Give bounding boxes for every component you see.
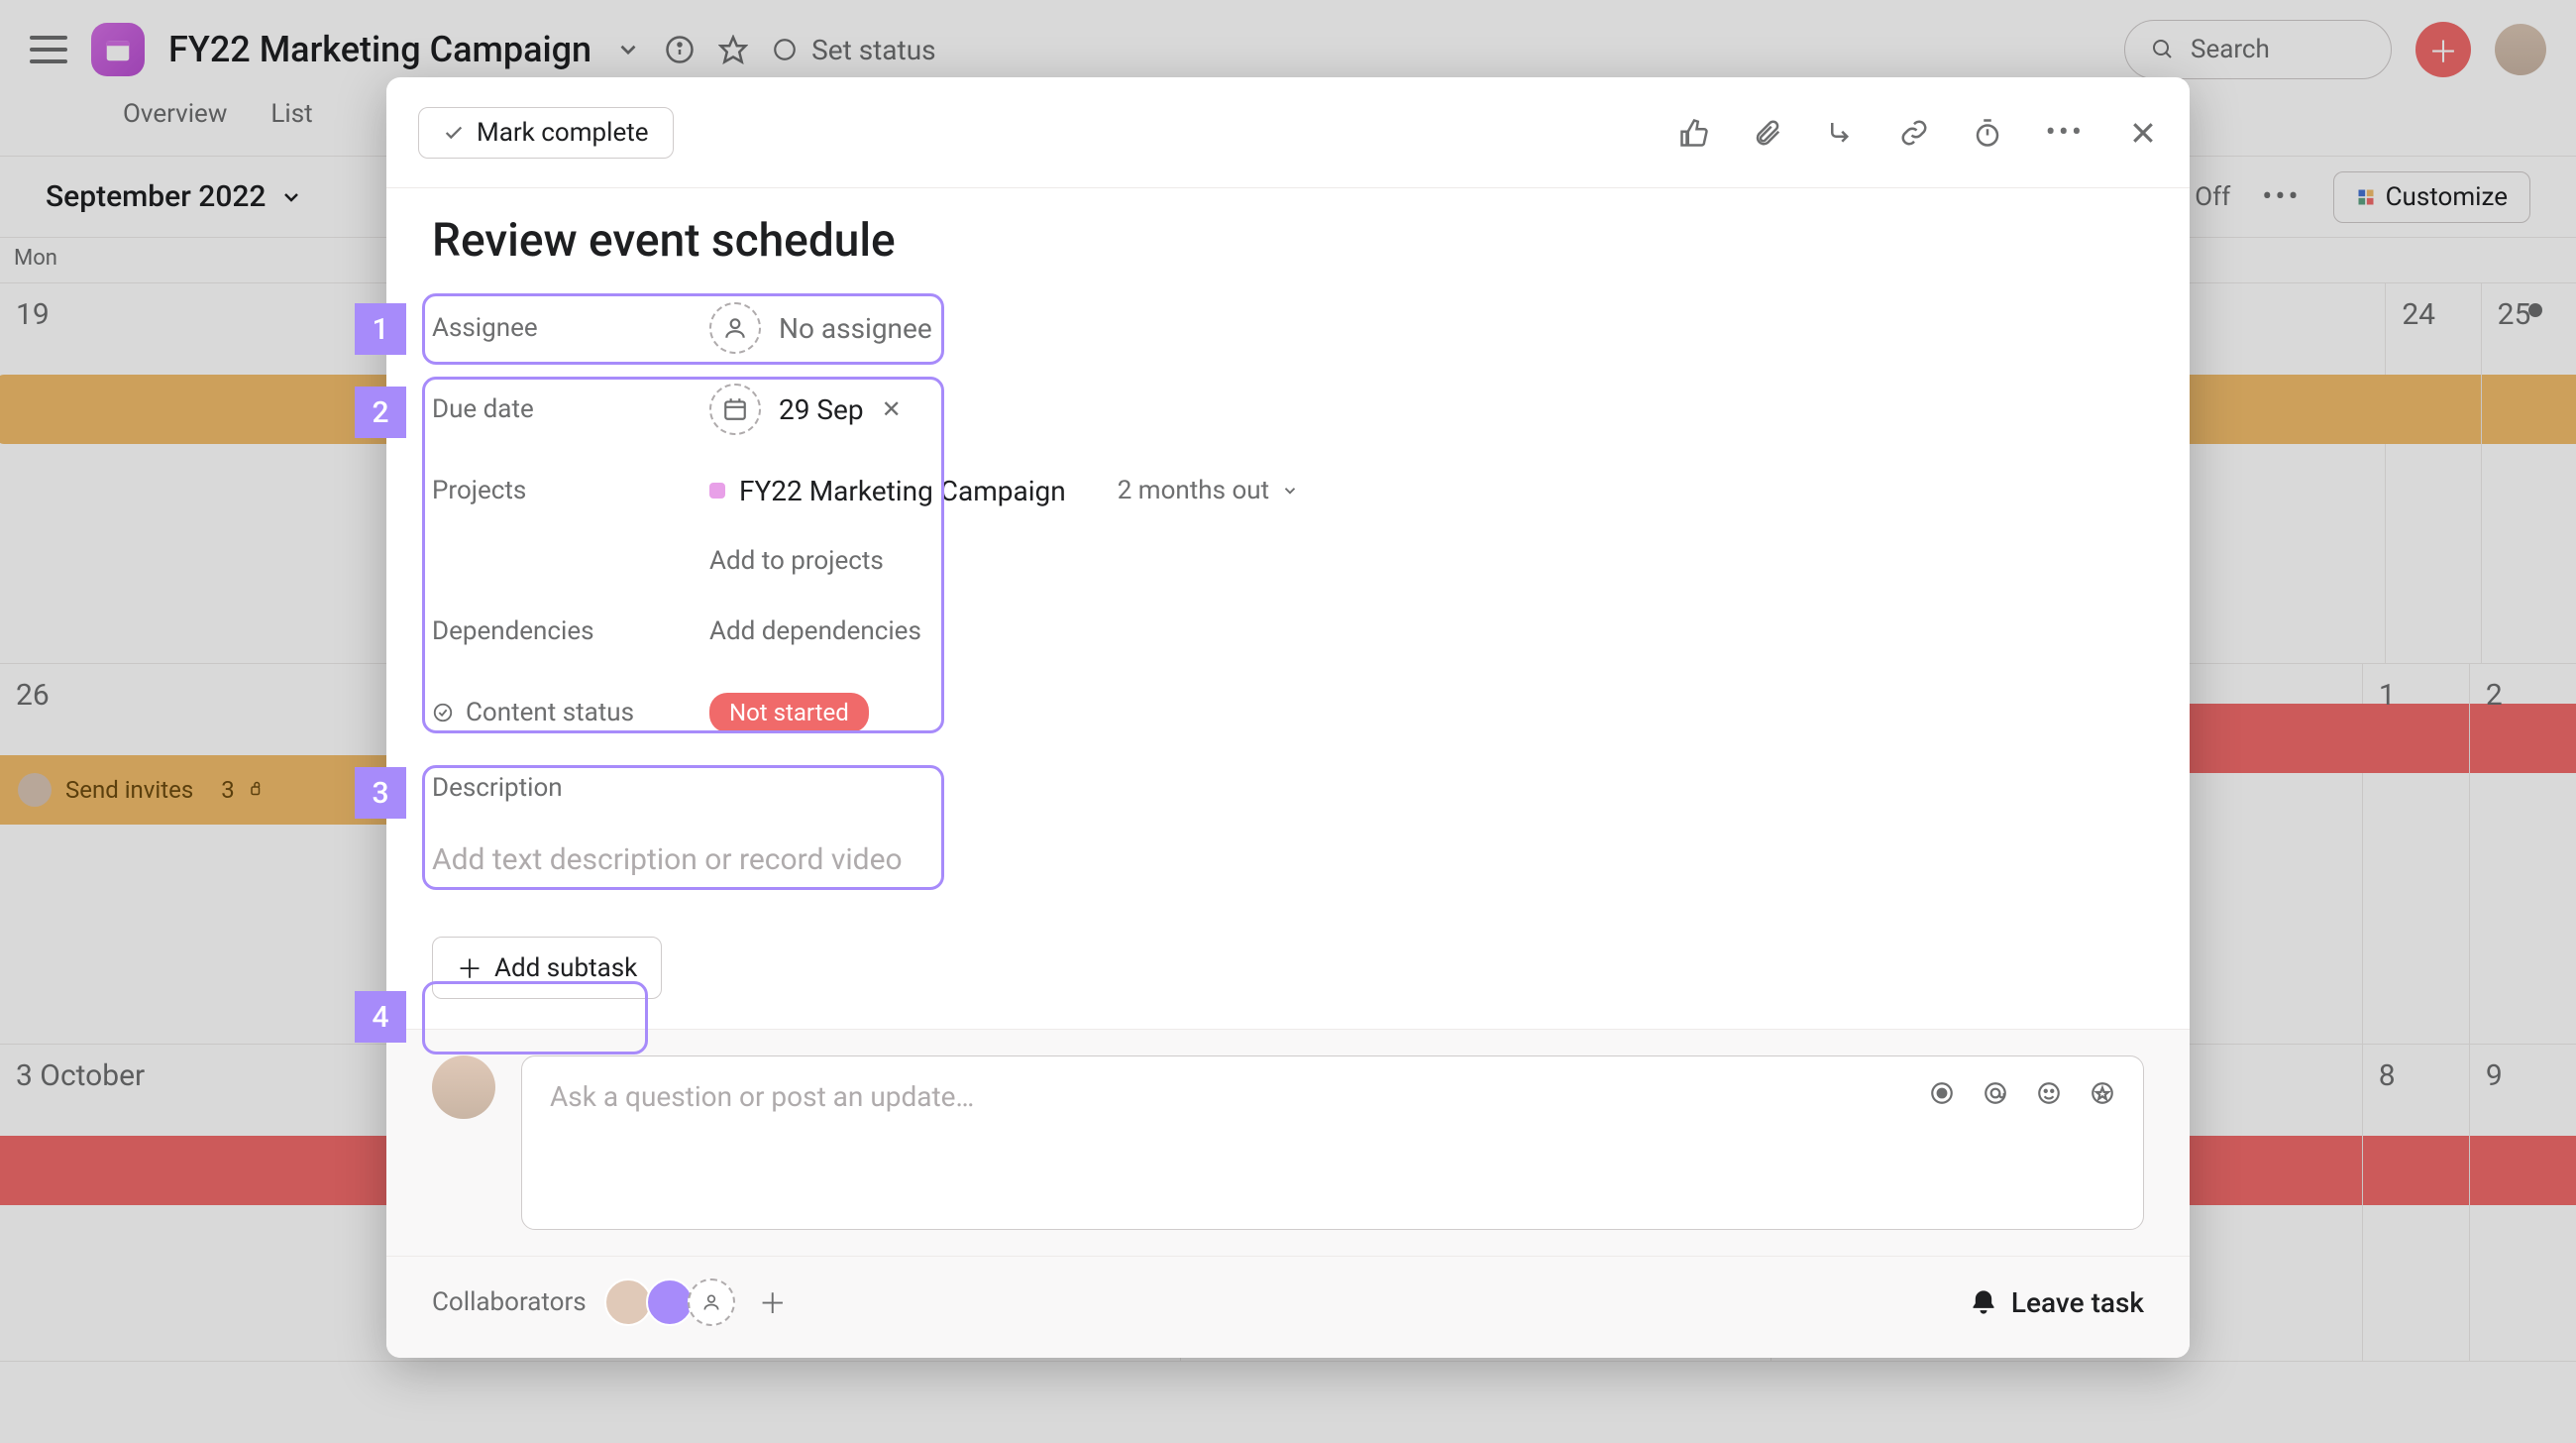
- callout-marker-2: 2: [355, 387, 406, 438]
- callout-highlight-1: [422, 293, 944, 365]
- add-collaborator-plus-icon[interactable]: ＋: [759, 1282, 787, 1322]
- modal-footer: Collaborators ＋ Leave task: [386, 1256, 2190, 1358]
- modal-header: Mark complete •••: [386, 77, 2190, 188]
- project-section-dropdown[interactable]: 2 months out: [1118, 476, 1299, 505]
- comment-area: Ask a question or post an update…: [386, 1029, 2190, 1256]
- collaborators-label: Collaborators: [432, 1287, 587, 1317]
- task-title[interactable]: Review event schedule: [386, 188, 2190, 287]
- comment-placeholder: Ask a question or post an update…: [550, 1080, 974, 1205]
- mention-icon[interactable]: [1983, 1080, 2008, 1106]
- appreciate-icon[interactable]: [2090, 1080, 2115, 1106]
- callout-highlight-3: [422, 765, 944, 890]
- callout-marker-4: 4: [355, 991, 406, 1043]
- emoji-icon[interactable]: [2036, 1080, 2062, 1106]
- collaborator-avatars: [610, 1278, 735, 1326]
- callout-marker-1: 1: [355, 303, 406, 355]
- collaborator-avatar[interactable]: [604, 1278, 652, 1326]
- add-collaborator-icon[interactable]: [688, 1278, 735, 1326]
- comment-input[interactable]: Ask a question or post an update…: [521, 1055, 2144, 1230]
- close-icon[interactable]: [2128, 118, 2158, 148]
- like-icon[interactable]: [1679, 118, 1709, 148]
- attachment-icon[interactable]: [1753, 118, 1782, 148]
- collaborator-avatar[interactable]: [646, 1278, 694, 1326]
- comment-user-avatar: [432, 1055, 495, 1119]
- callout-highlight-4: [422, 981, 648, 1054]
- timer-icon[interactable]: [1973, 118, 2002, 148]
- callout-highlight-2: [422, 377, 944, 733]
- more-icon[interactable]: •••: [2046, 115, 2085, 150]
- subtask-icon[interactable]: [1826, 118, 1856, 148]
- record-icon[interactable]: [1929, 1080, 1955, 1106]
- leave-task-button[interactable]: Leave task: [1970, 1286, 2144, 1319]
- link-icon[interactable]: [1899, 118, 1929, 148]
- mark-complete-button[interactable]: Mark complete: [418, 107, 674, 159]
- callout-marker-3: 3: [355, 767, 406, 819]
